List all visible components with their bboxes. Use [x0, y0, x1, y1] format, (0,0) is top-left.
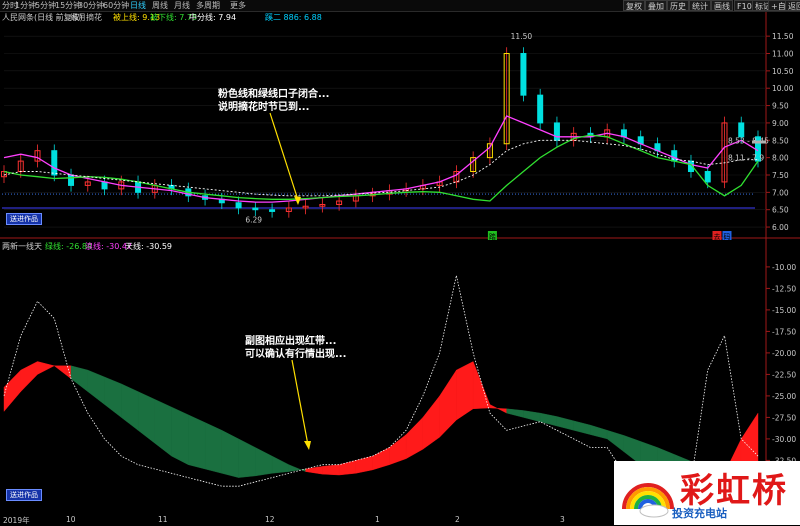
band-segment-9 — [154, 399, 172, 457]
main-axis-label-11: 6.00 — [772, 223, 789, 232]
candle-body-32 — [537, 94, 544, 124]
band-segment-10 — [171, 406, 189, 466]
annotation-sub-line1: 副图相应出现红带... — [245, 334, 336, 347]
annotation-arrow-sub — [291, 359, 309, 446]
candle-body-6 — [101, 181, 108, 190]
marker-green-text: 踏 — [489, 232, 496, 241]
main-chart-panel[interactable]: 11.50 11.00 10.50 10.00 9.50 9.00 8.50 8.00 7.50… — [1, 32, 794, 241]
sticker-sub[interactable]: 送进作品 — [6, 489, 42, 501]
price-low-label: 6.29 — [245, 216, 262, 225]
sticker-main[interactable]: 送进作品 — [6, 213, 42, 225]
main-axis-label-4: 9.50 — [772, 102, 789, 111]
sub-axis-label-1: -12.50 — [772, 284, 796, 293]
band-segment-5 — [87, 369, 105, 405]
marker-blue-text: 码 — [723, 233, 730, 241]
band-segment-17 — [288, 464, 306, 472]
band-segment-3 — [53, 365, 72, 380]
sub-axis-label-6: -25.00 — [772, 392, 796, 401]
annotation-main-line2: 说明摘花时节已到... — [218, 100, 309, 113]
candle-body-33 — [553, 122, 560, 141]
band-segment-13 — [221, 429, 239, 478]
annotation-sub-line2: 可以确认有行情出现... — [245, 347, 346, 360]
watermark-tagline: 投资充电站 — [672, 507, 727, 520]
date-label-0: 2019年 — [3, 516, 30, 525]
main-axis-label-8: 7.50 — [772, 171, 789, 180]
sub-axis-label-4: -20.00 — [772, 349, 796, 358]
band-segment-8 — [137, 391, 156, 444]
band-segment-2 — [37, 361, 55, 375]
band-segment-26 — [439, 369, 457, 438]
date-label-3: 12 — [265, 515, 275, 524]
band-segment-21 — [355, 455, 373, 474]
band-segment-24 — [405, 416, 424, 460]
main-series-line-2 — [3, 139, 758, 197]
annotation-arrowhead-sub — [304, 441, 311, 450]
band-segment-34 — [573, 420, 591, 435]
band-segment-16 — [271, 455, 290, 474]
band-segment-27 — [456, 361, 474, 421]
sub-axis-label-5: -22.50 — [772, 370, 796, 379]
band-segment-28 — [472, 361, 491, 410]
band-segment-33 — [556, 416, 574, 431]
candle-body-4 — [68, 174, 75, 186]
candle-body-31 — [520, 53, 527, 96]
main-axis-label-5: 9.00 — [772, 119, 789, 128]
date-label-5: 2 — [455, 515, 460, 524]
rainbow-icon — [622, 483, 674, 518]
band-segment-4 — [70, 365, 88, 393]
band-segment-6 — [104, 376, 122, 418]
main-series-line-0 — [3, 115, 759, 203]
marker-red-text: 去 — [713, 232, 720, 241]
band-segment-15 — [255, 447, 273, 477]
main-axis-label-1: 11.00 — [772, 50, 794, 59]
candle-body-44 — [738, 122, 745, 138]
main-axis-label-2: 10.50 — [772, 67, 794, 76]
candle-body-42 — [704, 171, 711, 183]
candle-body-16 — [269, 209, 276, 212]
band-segment-22 — [372, 447, 390, 471]
sub-axis-label-2: -15.00 — [772, 306, 796, 315]
band-segment-14 — [238, 438, 256, 478]
main-axis-label-6: 8.50 — [772, 136, 789, 145]
band-segment-0 — [3, 369, 21, 412]
band-segment-19 — [322, 464, 340, 476]
date-label-6: 3 — [560, 515, 565, 524]
main-axis-label-9: 7.00 — [772, 188, 789, 197]
band-segment-35 — [590, 424, 608, 440]
band-segment-31 — [523, 410, 541, 422]
band-segment-18 — [305, 466, 323, 475]
sub-axis-label-8: -30.00 — [772, 435, 796, 444]
price-high-label: 11.50 — [511, 32, 533, 41]
date-label-4: 1 — [375, 515, 380, 524]
annotation-layer: 粉色线和绿线口子闭合... 说明摘花时节已到... 副图相应出现红带... 可以… — [218, 87, 346, 450]
sub-axis-label-0: -10.00 — [772, 263, 796, 272]
chart-area: 11.50 11.00 10.50 10.00 9.50 9.00 8.50 8.00 7.50… — [0, 12, 800, 515]
band-segment-30 — [506, 408, 524, 418]
price-right-marker — [752, 140, 766, 144]
band-segment-11 — [188, 414, 206, 470]
date-label-2: 11 — [158, 515, 168, 524]
band-segment-25 — [422, 395, 440, 450]
candle-body-15 — [252, 207, 259, 211]
main-axis-label-7: 8.00 — [772, 154, 789, 163]
date-label-1: 10 — [66, 515, 76, 524]
band-segment-29 — [489, 404, 507, 414]
sub-axis-label-3: -17.50 — [772, 327, 796, 336]
candle-body-14 — [235, 202, 242, 209]
sub-axis-label-7: -27.50 — [772, 413, 796, 422]
main-axis-label-10: 6.50 — [772, 206, 789, 215]
annotation-arrow-main — [269, 112, 299, 201]
price-right-b-label: 8.11 - 7.9 — [728, 154, 764, 163]
band-segment-1 — [20, 361, 38, 393]
candle-body-3 — [51, 150, 58, 176]
main-axis-label-0: 11.50 — [772, 32, 794, 41]
candle-body-40 — [671, 150, 678, 162]
band-segment-7 — [121, 383, 139, 431]
main-axis-label-3: 10.00 — [772, 84, 794, 93]
watermark-logo: 彩虹桥 投资充电站 — [614, 461, 800, 525]
band-segment-36 — [607, 430, 625, 453]
band-segment-12 — [204, 422, 223, 474]
annotation-main-line1: 粉色线和绿线口子闭合... — [218, 87, 329, 100]
band-segment-32 — [539, 412, 558, 427]
